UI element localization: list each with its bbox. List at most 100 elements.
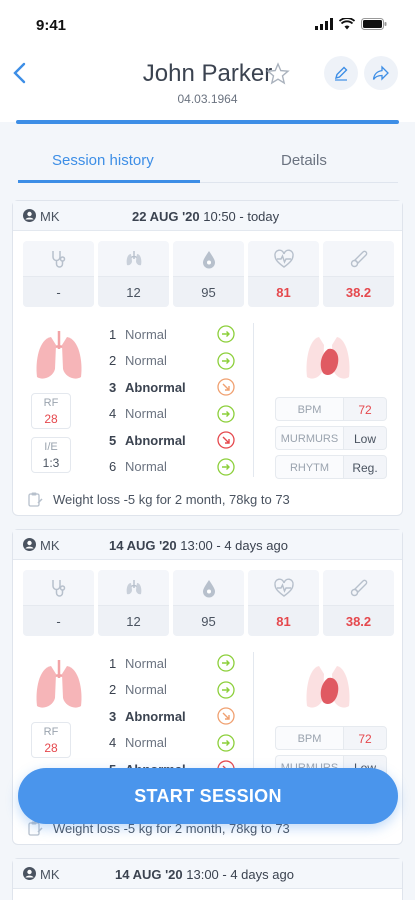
- vital-value: -: [23, 606, 94, 636]
- session-card[interactable]: MK 22 AUG '20 10:50 - today - 12 95 81 3…: [12, 200, 403, 516]
- drop-icon: [202, 250, 215, 268]
- arrow-right-icon: [217, 681, 235, 699]
- vital-respiration[interactable]: 12: [98, 570, 169, 636]
- tab-bar: Session history Details: [0, 136, 415, 186]
- session-time: 10:50 - today: [199, 209, 280, 224]
- share-button[interactable]: [364, 56, 398, 90]
- zone-row[interactable]: 1 Normal: [109, 650, 235, 677]
- session-date-day: 22 AUG '20: [132, 209, 200, 224]
- arrow-down-right-icon: [217, 431, 235, 449]
- vital-respiration[interactable]: 12: [98, 241, 169, 307]
- patient-header: John Parker 04.03.1964: [0, 48, 415, 122]
- session-card-header: MK 22 AUG '20 10:50 - today: [13, 201, 402, 231]
- zone-status: Normal: [125, 459, 167, 475]
- bpm-row: BPM 72: [275, 397, 387, 421]
- vital-value: 12: [98, 277, 169, 307]
- session-card-header: MK 14 AUG '20 13:00 - 4 days ago: [13, 530, 402, 560]
- session-card-header: MK 14 AUG '20 13:00 - 4 days ago: [13, 859, 402, 889]
- clipboard-icon: [28, 492, 43, 507]
- rf-label: RF: [43, 726, 59, 738]
- rhythm-label: RHYTM: [275, 455, 343, 479]
- drop-icon: [202, 579, 215, 597]
- birth-date: 04.03.1964: [177, 92, 238, 106]
- vital-auscultation[interactable]: -: [23, 570, 94, 636]
- tab-session-history[interactable]: Session history: [52, 152, 154, 169]
- status-icons: [315, 18, 387, 30]
- heart-pulse-icon: [273, 248, 294, 268]
- divider-line: [253, 323, 254, 477]
- user-icon: [23, 209, 36, 222]
- start-session-button[interactable]: START SESSION: [18, 768, 398, 824]
- tab-details[interactable]: Details: [281, 152, 327, 169]
- zone-status: Abnormal: [125, 708, 186, 724]
- rhythm-row: RHYTM Reg.: [275, 455, 387, 479]
- status-time: 9:41: [36, 17, 67, 34]
- session-date: 14 AUG '20 13:00 - 4 days ago: [109, 538, 288, 553]
- vital-oxygen[interactable]: 95: [173, 241, 244, 307]
- lungs-illustration: [36, 660, 82, 708]
- zone-row[interactable]: 1 Normal: [109, 321, 235, 348]
- zone-status: Normal: [125, 406, 167, 422]
- lungs-illustration: [36, 331, 82, 379]
- lung-zones-list: 1Normal 2Normal 3Abnormal 4Normal 5Abnor…: [109, 650, 235, 783]
- arrow-right-icon: [217, 352, 235, 370]
- forward-arrow-icon: [372, 65, 389, 81]
- pencil-icon: [334, 66, 348, 81]
- session-card[interactable]: MK 14 AUG '20 13:00 - 4 days ago: [12, 858, 403, 900]
- zone-row[interactable]: 4 Normal: [109, 730, 235, 757]
- bpm-label: BPM: [275, 726, 343, 750]
- zone-row[interactable]: 4 Normal: [109, 401, 235, 428]
- vital-temperature[interactable]: 38.2: [323, 570, 394, 636]
- rf-box: RF 28: [31, 722, 71, 758]
- zone-number: 6: [109, 459, 117, 475]
- zone-number: 3: [109, 708, 117, 724]
- zone-number: 4: [109, 406, 117, 422]
- zone-status: Normal: [125, 353, 167, 369]
- clinician-initials: MK: [40, 867, 60, 882]
- zone-status: Normal: [125, 655, 167, 671]
- arrow-right-icon: [217, 325, 235, 343]
- vital-temperature[interactable]: 38.2: [323, 241, 394, 307]
- session-date-day: 14 AUG '20: [115, 867, 183, 882]
- session-date: 14 AUG '20 13:00 - 4 days ago: [115, 867, 294, 882]
- vital-heart-rate[interactable]: 81: [248, 241, 319, 307]
- vital-heart-rate[interactable]: 81: [248, 570, 319, 636]
- arrow-right-icon: [217, 734, 235, 752]
- vital-oxygen[interactable]: 95: [173, 570, 244, 636]
- zone-number: 1: [109, 655, 117, 671]
- vital-value: 95: [173, 277, 244, 307]
- zone-row[interactable]: 6 Normal: [109, 454, 235, 481]
- zone-number: 3: [109, 379, 117, 395]
- zone-row[interactable]: 3 Abnormal: [109, 703, 235, 730]
- user-icon: [23, 867, 36, 880]
- status-bar: 9:41: [0, 0, 415, 48]
- session-time: 13:00 - 4 days ago: [182, 867, 294, 882]
- divider-line: [253, 652, 254, 782]
- murmurs-label: MURMURS: [275, 426, 343, 450]
- heart-lungs-illustration: [306, 337, 350, 379]
- rf-label: RF: [43, 397, 59, 409]
- ie-value: 1:3: [42, 456, 60, 470]
- heart-pulse-icon: [273, 577, 294, 597]
- zone-row[interactable]: 5 Abnormal: [109, 427, 235, 454]
- bpm-value: 72: [343, 397, 387, 421]
- zone-row[interactable]: 2 Normal: [109, 348, 235, 375]
- murmurs-row: MURMURSLow: [275, 426, 387, 450]
- zone-status: Abnormal: [125, 379, 186, 395]
- ie-label: I/E: [44, 441, 58, 453]
- star-icon[interactable]: [266, 62, 290, 86]
- session-date-day: 14 AUG '20: [109, 538, 177, 553]
- zone-number: 2: [109, 353, 117, 369]
- tab-active-indicator: [18, 180, 200, 183]
- zone-row[interactable]: 3 Abnormal: [109, 374, 235, 401]
- zone-number: 4: [109, 735, 117, 751]
- arrow-down-right-icon: [217, 707, 235, 725]
- zone-row[interactable]: 2 Normal: [109, 677, 235, 704]
- vitals-row: - 12 95 81 38.2: [23, 570, 394, 636]
- vital-auscultation[interactable]: -: [23, 241, 94, 307]
- zone-status: Normal: [125, 735, 167, 751]
- edit-button[interactable]: [324, 56, 358, 90]
- thermometer-icon: [350, 579, 367, 596]
- vital-value: 38.2: [323, 277, 394, 307]
- vital-value: 38.2: [323, 606, 394, 636]
